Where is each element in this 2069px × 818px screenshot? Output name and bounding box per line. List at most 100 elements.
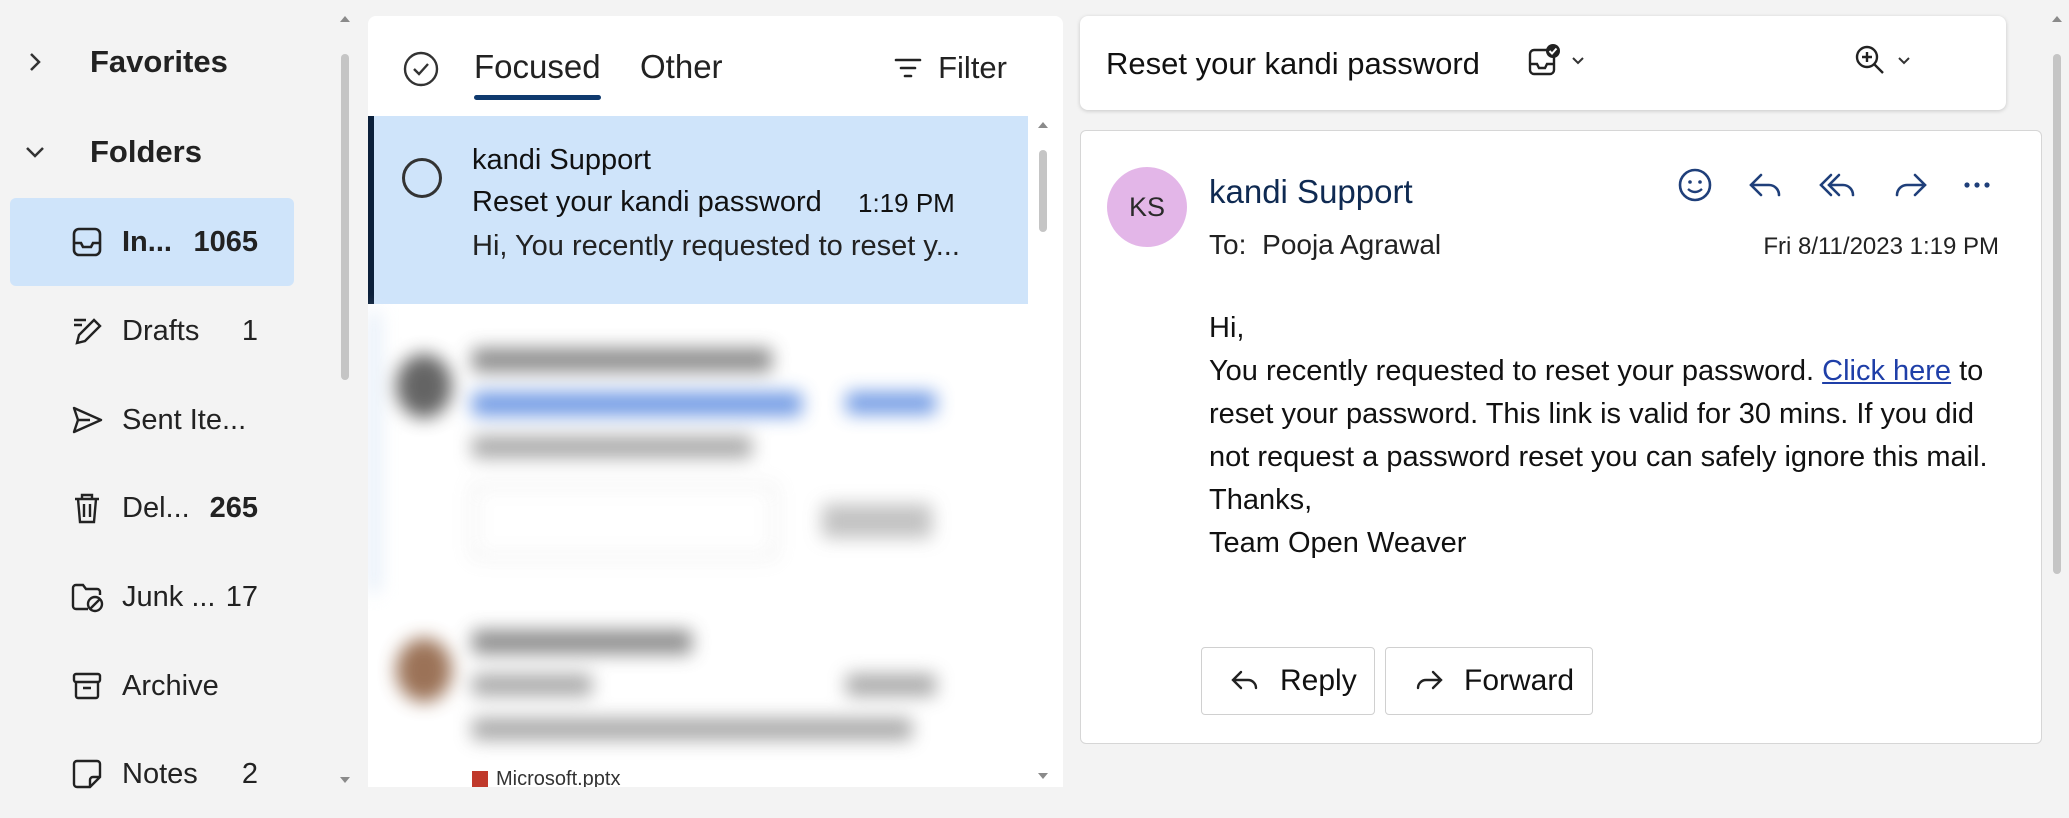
message-list-pane: Focused Other Filter kandi Support Reset…: [368, 16, 1063, 787]
folder-scrollbar[interactable]: [340, 10, 350, 787]
inbox-check-icon: [1528, 44, 1560, 76]
folder-item-notes[interactable]: Notes 2: [10, 730, 294, 818]
attachment-name: Microsoft.pptx: [496, 767, 621, 788]
scroll-down-icon: [340, 777, 350, 783]
avatar[interactable]: KS: [1107, 167, 1187, 247]
chevron-down-icon: [1898, 57, 1910, 65]
body-greeting: Hi,: [1209, 312, 1245, 344]
sender-name[interactable]: kandi Support: [1209, 173, 1413, 211]
blurred-sender: [472, 348, 772, 372]
blurred-preview: [472, 436, 752, 458]
blurred-subject: [472, 674, 592, 696]
message-sender: kandi Support: [472, 144, 651, 176]
item-count: 17: [225, 580, 258, 613]
reply-button[interactable]: Reply: [1201, 647, 1375, 715]
forward-label: Forward: [1464, 664, 1575, 697]
forward-icon: [1416, 670, 1443, 690]
reply-icon[interactable]: [1743, 163, 1787, 207]
message-list-header: Focused Other Filter: [368, 16, 1063, 116]
reading-pane-scrollbar[interactable]: [2052, 10, 2062, 787]
scroll-up-icon: [2052, 16, 2062, 22]
zoom-button[interactable]: [1852, 42, 1914, 78]
item-count: 2: [241, 757, 258, 790]
email-body: Hi, You recently requested to reset your…: [1209, 307, 2009, 565]
reply-all-icon[interactable]: [1815, 163, 1859, 207]
folders-section-toggle[interactable]: Folders: [20, 122, 202, 182]
recipient-name[interactable]: Pooja Agrawal: [1262, 229, 1441, 260]
chevron-down-icon: [1572, 57, 1584, 65]
folder-item-sent[interactable]: Sent Ite...: [10, 376, 294, 464]
message-time: 1:19 PM: [858, 188, 955, 218]
more-options-icon[interactable]: [1955, 163, 1999, 207]
body-signoff: Thanks,: [1209, 484, 1313, 516]
folder-scrollbar-thumb[interactable]: [341, 54, 349, 380]
emoji-react-icon[interactable]: [1673, 163, 1717, 207]
sensitivity-button[interactable]: [1526, 42, 1588, 78]
blurred-button: [822, 504, 932, 538]
message-item-blurred[interactable]: [368, 312, 1028, 592]
blurred-sender: [472, 630, 692, 654]
forward-button[interactable]: Forward: [1385, 647, 1593, 715]
reading-pane-header: Reset your kandi password: [1080, 16, 2006, 110]
scroll-up-icon: [340, 16, 350, 22]
folder-item-archive[interactable]: Archive: [10, 642, 294, 730]
powerpoint-file-icon: [472, 771, 488, 787]
folder-item-drafts[interactable]: Drafts 1: [10, 287, 294, 375]
reset-password-link[interactable]: Click here: [1822, 355, 1951, 387]
scroll-down-icon: [1038, 773, 1048, 779]
folder-label: Sent Ite...: [122, 403, 247, 436]
message-preview: Hi, You recently requested to reset y...: [472, 230, 960, 262]
item-count: 1: [241, 314, 258, 347]
select-message-radio[interactable]: [402, 158, 442, 198]
junk-icon: [71, 583, 104, 613]
tab-other[interactable]: Other: [640, 48, 723, 86]
favorites-label: Favorites: [90, 44, 228, 79]
favorites-section-toggle[interactable]: Favorites: [20, 32, 228, 92]
inbox-icon: [72, 227, 102, 257]
unread-count: 1065: [193, 225, 258, 258]
folder-item-deleted[interactable]: Del... 265: [10, 464, 294, 552]
folder-label: In...: [122, 225, 172, 258]
zoom-in-icon: [1855, 45, 1884, 74]
reading-pane-scrollbar-thumb[interactable]: [2053, 54, 2061, 574]
archive-icon: [72, 672, 102, 700]
tab-focused[interactable]: Focused: [474, 48, 601, 100]
folder-label: Del...: [122, 491, 190, 524]
trash-icon: [75, 493, 99, 524]
email-subject: Reset your kandi password: [1106, 46, 1480, 81]
folders-label: Folders: [90, 134, 202, 169]
blurred-preview: [472, 718, 912, 740]
folder-label: Archive: [122, 669, 219, 702]
filter-label: Filter: [938, 50, 1007, 85]
chevron-down-icon: [26, 147, 44, 158]
forward-icon[interactable]: [1889, 163, 1933, 207]
sent-icon: [72, 406, 103, 434]
filter-icon: [894, 58, 922, 78]
body-signature: Team Open Weaver: [1209, 527, 1467, 559]
reply-label: Reply: [1280, 664, 1357, 697]
body-text: You recently requested to reset your pas…: [1209, 355, 1815, 387]
to-label: To:: [1209, 229, 1247, 260]
reply-icon: [1231, 670, 1258, 690]
message-item-selected[interactable]: kandi Support Reset your kandi password …: [368, 116, 1028, 304]
attachment-chip[interactable]: Microsoft.pptx: [472, 768, 620, 787]
message-item-blurred[interactable]: [368, 606, 1028, 787]
recipient-line: To: Pooja Agrawal: [1209, 229, 1441, 261]
blurred-subject: [472, 392, 802, 416]
folder-label: Drafts: [122, 314, 200, 347]
unread-count: 265: [209, 491, 258, 524]
filter-button[interactable]: Filter: [892, 50, 1007, 86]
body-paragraph: You recently requested to reset your pas…: [1209, 350, 2009, 479]
message-list-scrollbar-thumb[interactable]: [1039, 150, 1047, 232]
message-subject: Reset your kandi password: [472, 186, 822, 218]
unread-indicator: [368, 312, 380, 592]
avatar: [396, 354, 452, 418]
folder-item-inbox[interactable]: In... 1065: [10, 198, 294, 286]
folder-item-junk[interactable]: Junk ... 17: [10, 553, 294, 641]
message-list-scrollbar[interactable]: [1038, 116, 1048, 787]
drafts-icon: [74, 318, 102, 345]
folder-label: Notes: [122, 757, 198, 790]
folder-label: Junk ...: [122, 580, 216, 613]
select-all-checkmark-icon[interactable]: [402, 50, 440, 88]
chevron-right-icon: [30, 53, 41, 71]
